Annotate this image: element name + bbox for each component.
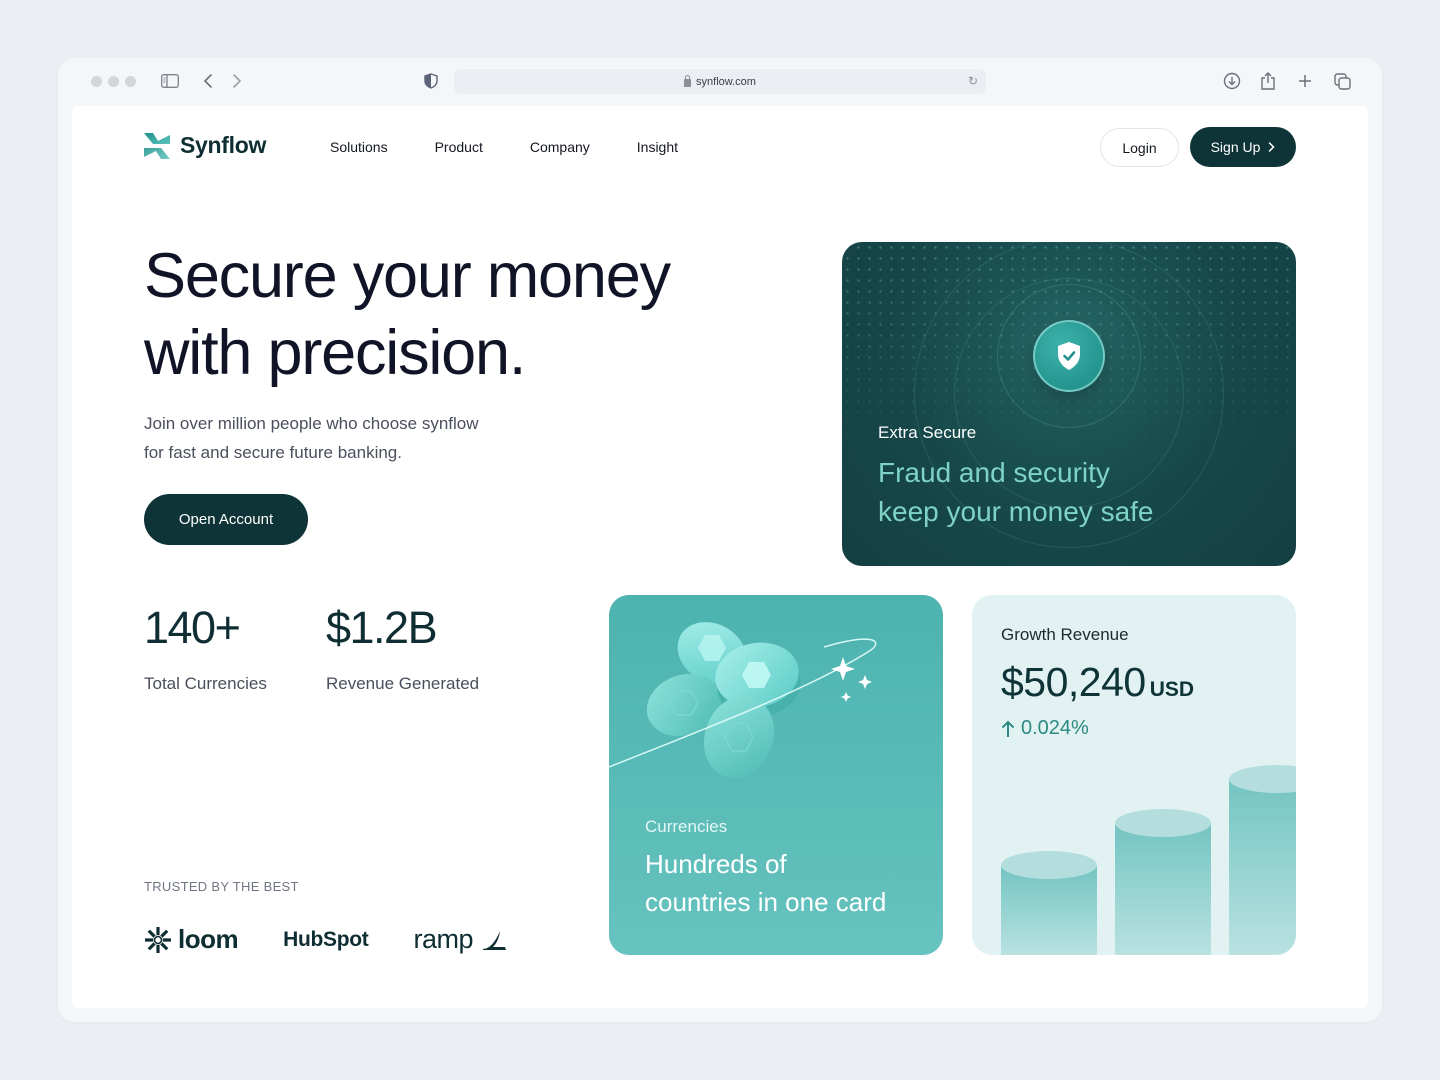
hero-title-line2: with precision. [144,318,526,388]
loom-logo-icon [145,926,171,953]
growth-bar-cap [1001,851,1097,879]
minimize-window-button[interactable] [108,76,119,87]
secure-card-title-line2: keep your money safe [878,496,1154,527]
privacy-shield-icon[interactable] [420,70,442,92]
trusted-heading: TRUSTED BY THE BEST [144,879,299,894]
brand-hubspot: HubSpot [283,927,369,952]
nav-link-insight[interactable]: Insight [637,139,678,155]
signup-button[interactable]: Sign Up [1190,127,1296,167]
chevron-right-icon [1269,142,1275,152]
stat-value: $1.2B [326,602,438,653]
currency-card-title-line1: Hundreds of [645,849,787,879]
card-currencies[interactable]: Currencies Hundreds of countries in one … [609,595,943,955]
close-window-button[interactable] [91,76,102,87]
stat-label: Total Currencies [144,674,267,693]
reload-icon[interactable]: ↻ [968,74,978,88]
brand-loom: loom [144,924,239,955]
brand-logo[interactable]: Synflow [144,132,266,159]
browser-toolbar: synflow.com ↻ [58,58,1382,106]
arrow-up-icon [1001,720,1015,737]
back-icon[interactable] [197,70,219,92]
secure-card-eyebrow: Extra Secure [878,423,977,442]
secure-card-title-line1: Fraud and security [878,457,1110,488]
shield-check-icon [1058,342,1080,370]
hero-title: Secure your money with precision. [144,238,764,392]
login-button[interactable]: Login [1100,128,1179,167]
zoom-window-button[interactable] [125,76,136,87]
login-label: Login [1122,139,1157,156]
nav-link-company[interactable]: Company [530,139,590,155]
forward-icon[interactable] [226,70,248,92]
growth-bar [1001,851,1097,955]
coins-illustration [609,622,877,779]
growth-card-eyebrow: Growth Revenue [1001,625,1129,644]
webpage: Synflow Solutions Product Company Insigh… [72,106,1368,1008]
hero-subtitle-line2: for fast and secure future banking. [144,443,402,462]
currency-card-title: Hundreds of countries in one card [645,845,886,921]
brand-ramp: ramp [414,924,508,955]
lock-icon [684,74,692,87]
secure-card-title: Fraud and security keep your money safe [878,453,1154,531]
shield-badge [1033,320,1105,392]
growth-revenue-value: $50,240 USD [1001,659,1194,706]
growth-bar [1229,765,1296,955]
nav-link-solutions[interactable]: Solutions [330,139,388,155]
stat-value: 140+ [144,602,241,653]
brand-hubspot-name: HubSpot [283,927,369,951]
growth-amount: $50,240 [1001,659,1146,705]
synflow-logo-icon [144,132,170,159]
window-controls [91,76,136,87]
ramp-logo-icon [483,930,507,950]
growth-change: 0.024% [1001,717,1089,740]
main-nav: Solutions Product Company Insight [330,139,725,155]
open-account-label: Open Account [178,511,274,528]
download-icon[interactable] [1221,70,1243,92]
growth-bar-cap [1115,809,1211,837]
growth-bar-body [1115,823,1211,955]
currency-card-title-line2: countries in one card [645,887,887,917]
address-bar[interactable]: synflow.com ↻ [454,69,986,94]
trusted-brands: loom HubSpot ramp [144,924,507,955]
stat-total-currencies: 140+ Total Currencies [144,602,267,694]
growth-bar [1115,809,1211,955]
brand-ramp-name: ramp [413,924,474,954]
open-account-button[interactable]: Open Account [144,494,308,545]
nav-link-product[interactable]: Product [435,139,483,155]
growth-bar-body [1229,779,1296,955]
url-text: synflow.com [696,75,756,88]
hero-subtitle-line1: Join over million people who choose synf… [144,414,479,433]
currency-card-eyebrow: Currencies [645,817,728,836]
brand-loom-name: loom [178,924,239,954]
stat-label: Revenue Generated [326,674,480,693]
sidebar-toggle-icon[interactable] [159,70,181,92]
new-tab-icon[interactable] [1294,70,1316,92]
card-growth-revenue[interactable]: Growth Revenue $50,240 USD 0.024% [972,595,1296,955]
signup-label: Sign Up [1210,139,1261,155]
share-icon[interactable] [1257,70,1279,92]
growth-currency: USD [1149,678,1195,701]
hero-subtitle: Join over million people who choose synf… [144,409,544,467]
tab-overview-icon[interactable] [1331,70,1353,92]
browser-window: synflow.com ↻ Synflow Solutions Product … [58,58,1382,1022]
card-extra-secure[interactable]: Extra Secure Fraud and security keep you… [842,242,1296,566]
hero-title-line1: Secure your money [144,241,671,311]
sparkle-icon [831,657,872,702]
growth-bars-chart [1001,765,1296,955]
brand-name: Synflow [180,132,267,158]
stat-revenue-generated: $1.2B Revenue Generated [326,602,479,694]
growth-change-value: 0.024% [1021,717,1089,739]
